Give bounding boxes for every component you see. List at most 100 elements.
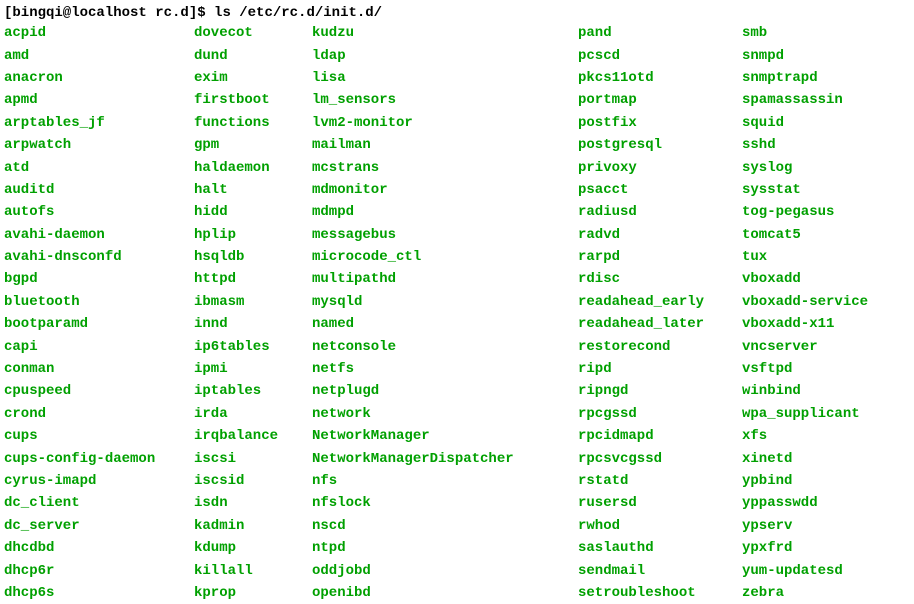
file-entry: crond	[4, 403, 194, 425]
file-entry: NetworkManager	[312, 425, 578, 447]
prompt-command: ls /etc/rc.d/init.d/	[214, 5, 382, 21]
file-entry: sendmail	[578, 560, 742, 582]
file-entry: dund	[194, 45, 312, 67]
listing-column-2: dovecotdundeximfirstbootfunctionsgpmhald…	[194, 22, 312, 604]
file-entry: openibd	[312, 582, 578, 604]
file-entry: vboxadd-service	[742, 291, 868, 313]
file-entry: httpd	[194, 268, 312, 290]
file-entry: bootparamd	[4, 313, 194, 335]
file-entry: rpcidmapd	[578, 425, 742, 447]
file-entry: yppasswdd	[742, 492, 868, 514]
file-entry: pand	[578, 22, 742, 44]
file-entry: rarpd	[578, 246, 742, 268]
file-entry: innd	[194, 313, 312, 335]
file-entry: psacct	[578, 179, 742, 201]
file-entry: postfix	[578, 112, 742, 134]
file-entry: bluetooth	[4, 291, 194, 313]
file-entry: kprop	[194, 582, 312, 604]
file-entry: squid	[742, 112, 868, 134]
file-entry: exim	[194, 67, 312, 89]
file-entry: halt	[194, 179, 312, 201]
file-entry: iscsid	[194, 470, 312, 492]
file-entry: pkcs11otd	[578, 67, 742, 89]
file-entry: snmpd	[742, 45, 868, 67]
file-entry: spamassassin	[742, 89, 868, 111]
file-entry: cpuspeed	[4, 380, 194, 402]
file-entry: oddjobd	[312, 560, 578, 582]
file-entry: rstatd	[578, 470, 742, 492]
file-entry: arptables_jf	[4, 112, 194, 134]
shell-prompt-line: [bingqi@localhost rc.d]$ ls /etc/rc.d/in…	[4, 4, 910, 22]
file-entry: ypserv	[742, 515, 868, 537]
file-entry: nscd	[312, 515, 578, 537]
file-entry: wpa_supplicant	[742, 403, 868, 425]
file-entry: named	[312, 313, 578, 335]
file-entry: ripd	[578, 358, 742, 380]
file-entry: xinetd	[742, 448, 868, 470]
file-entry: gpm	[194, 134, 312, 156]
file-entry: messagebus	[312, 224, 578, 246]
file-entry: amd	[4, 45, 194, 67]
file-entry: multipathd	[312, 268, 578, 290]
file-entry: NetworkManagerDispatcher	[312, 448, 578, 470]
file-entry: xfs	[742, 425, 868, 447]
file-entry: hidd	[194, 201, 312, 223]
file-entry: readahead_later	[578, 313, 742, 335]
file-entry: dc_server	[4, 515, 194, 537]
file-entry: privoxy	[578, 157, 742, 179]
file-entry: netplugd	[312, 380, 578, 402]
file-entry: mdmonitor	[312, 179, 578, 201]
file-entry: autofs	[4, 201, 194, 223]
file-entry: ntpd	[312, 537, 578, 559]
file-entry: setroubleshoot	[578, 582, 742, 604]
file-entry: tog-pegasus	[742, 201, 868, 223]
file-entry: kadmin	[194, 515, 312, 537]
file-entry: cups	[4, 425, 194, 447]
file-entry: netconsole	[312, 336, 578, 358]
file-entry: mailman	[312, 134, 578, 156]
file-entry: dhcp6s	[4, 582, 194, 604]
prompt-user-host: [bingqi@localhost rc.d]$	[4, 5, 214, 21]
file-entry: iscsi	[194, 448, 312, 470]
file-entry: auditd	[4, 179, 194, 201]
file-entry: irda	[194, 403, 312, 425]
file-entry: kudzu	[312, 22, 578, 44]
file-entry: netfs	[312, 358, 578, 380]
file-entry: sysstat	[742, 179, 868, 201]
file-entry: dc_client	[4, 492, 194, 514]
file-entry: syslog	[742, 157, 868, 179]
file-entry: vsftpd	[742, 358, 868, 380]
file-entry: cups-config-daemon	[4, 448, 194, 470]
file-entry: functions	[194, 112, 312, 134]
file-entry: kdump	[194, 537, 312, 559]
file-entry: postgresql	[578, 134, 742, 156]
file-entry: winbind	[742, 380, 868, 402]
file-entry: ypbind	[742, 470, 868, 492]
file-entry: microcode_ctl	[312, 246, 578, 268]
file-entry: anacron	[4, 67, 194, 89]
file-entry: haldaemon	[194, 157, 312, 179]
file-entry: saslauthd	[578, 537, 742, 559]
file-entry: sshd	[742, 134, 868, 156]
file-entry: pcscd	[578, 45, 742, 67]
file-entry: zebra	[742, 582, 868, 604]
file-entry: ldap	[312, 45, 578, 67]
file-entry: dhcdbd	[4, 537, 194, 559]
file-entry: mysqld	[312, 291, 578, 313]
file-entry: killall	[194, 560, 312, 582]
file-entry: irqbalance	[194, 425, 312, 447]
file-entry: tux	[742, 246, 868, 268]
file-entry: isdn	[194, 492, 312, 514]
file-entry: dhcp6r	[4, 560, 194, 582]
file-entry: rpcsvcgssd	[578, 448, 742, 470]
file-entry: ibmasm	[194, 291, 312, 313]
file-entry: acpid	[4, 22, 194, 44]
file-entry: mcstrans	[312, 157, 578, 179]
file-entry: atd	[4, 157, 194, 179]
file-entry: vboxadd	[742, 268, 868, 290]
listing-column-3: kudzuldaplisalm_sensorslvm2-monitormailm…	[312, 22, 578, 604]
file-entry: iptables	[194, 380, 312, 402]
file-entry: ripngd	[578, 380, 742, 402]
file-entry: radvd	[578, 224, 742, 246]
file-entry: avahi-dnsconfd	[4, 246, 194, 268]
